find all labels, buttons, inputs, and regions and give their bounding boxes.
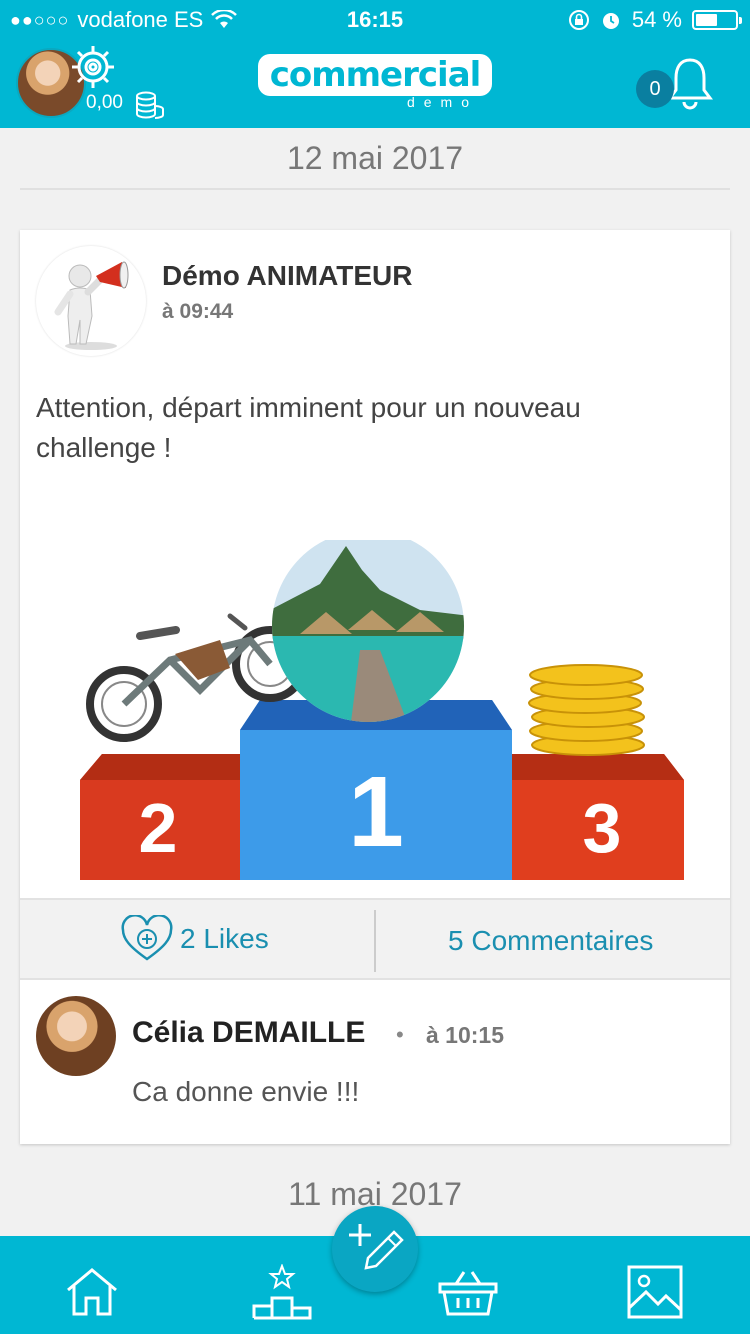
post-card: Démo ANIMATEUR à 09:44 Attention, départ…	[20, 230, 730, 1144]
comment-avatar[interactable]	[36, 996, 116, 1076]
post-text: Attention, départ imminent pour un nouve…	[36, 392, 581, 463]
podium-label-1: 1	[348, 756, 404, 868]
megaphone-figure-icon	[54, 261, 129, 350]
heart-plus-icon	[121, 915, 173, 961]
comment-text: Ca donne envie !!!	[132, 1076, 360, 1107]
compose-button[interactable]	[332, 1206, 418, 1292]
podium-star-icon[interactable]	[252, 1264, 312, 1320]
comment-author[interactable]: Célia DEMAILLE	[132, 1016, 365, 1050]
podium-label-2: 2	[139, 789, 178, 867]
app-logo: commercial	[258, 54, 492, 96]
rotation-lock-icon	[568, 10, 589, 30]
post-time: à 09:44	[162, 300, 234, 323]
image-icon[interactable]	[626, 1264, 686, 1320]
divider	[20, 188, 730, 190]
podium-image[interactable]: 2 1 3	[80, 540, 690, 880]
home-icon[interactable]	[62, 1264, 122, 1320]
gear-icon[interactable]	[66, 40, 120, 94]
alarm-icon	[602, 13, 619, 29]
status-bar: ●●○○○ vodafone ES 16:15 54 %	[0, 0, 750, 40]
comment-time: à 10:15	[426, 1022, 505, 1048]
pencil-plus-icon	[349, 1224, 404, 1270]
battery-percent: 54 %	[631, 7, 682, 32]
top-bar: ●●○○○ vodafone ES 16:15 54 % 0,00 commer…	[0, 0, 750, 128]
author-avatar[interactable]	[36, 246, 146, 356]
basket-icon[interactable]	[438, 1264, 498, 1320]
date-header: 12 mai 2017	[286, 140, 464, 176]
battery-icon	[692, 10, 742, 30]
comments-button[interactable]: 5 Commentaires	[448, 925, 653, 957]
coins-stack-illustration	[528, 664, 645, 756]
coins-icon	[136, 91, 164, 119]
battery-level	[696, 14, 717, 26]
comment-separator: •	[396, 1022, 404, 1047]
post-actions: 2 Likes 5 Commentaires	[20, 898, 730, 980]
post-author[interactable]: Démo ANIMATEUR	[162, 260, 412, 292]
logo-text: commercial	[269, 55, 482, 95]
notification-count[interactable]: 0	[636, 70, 674, 108]
balance-amount: 0,00	[86, 92, 123, 113]
actions-divider	[374, 910, 376, 972]
podium-label-3: 3	[583, 789, 622, 867]
like-button[interactable]: 2 Likes	[120, 914, 269, 964]
logo-subtext: demo	[406, 94, 478, 110]
likes-count: 2 Likes	[180, 923, 269, 954]
